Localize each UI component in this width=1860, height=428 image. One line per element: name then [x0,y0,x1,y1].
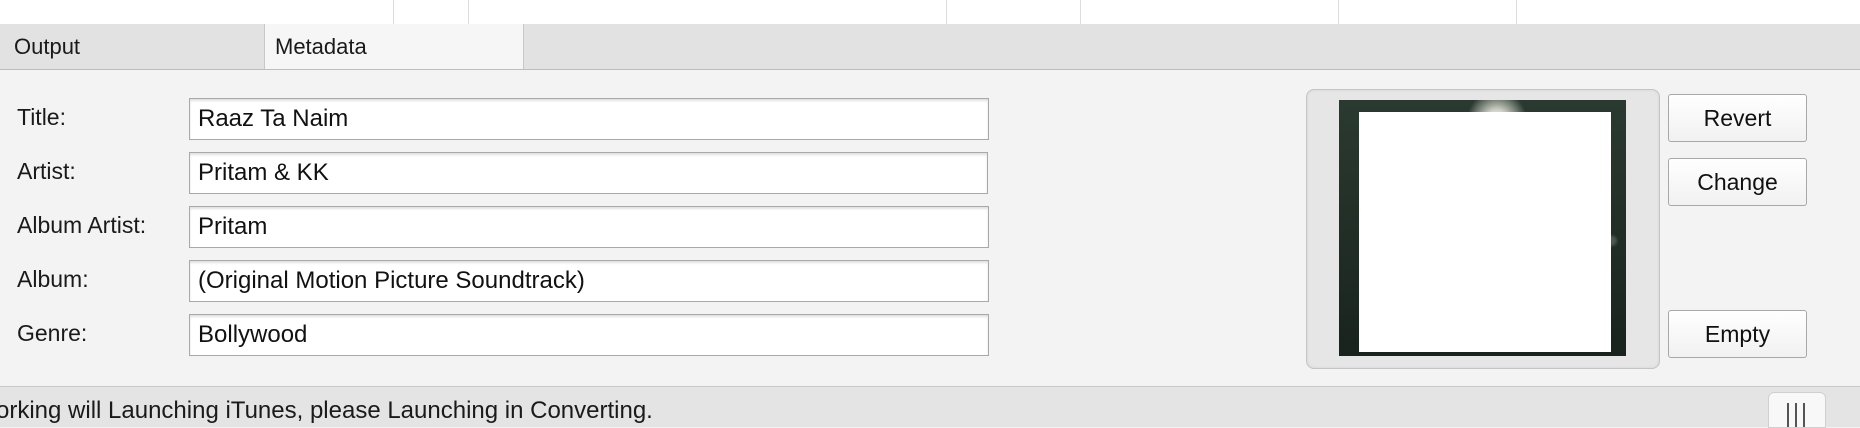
column-divider[interactable] [1338,0,1339,24]
status-bar: orking will Launching iTunes, please Lau… [0,386,1860,427]
album-field[interactable] [189,260,989,302]
artist-label: Artist: [17,158,76,184]
change-button[interactable]: Change [1668,158,1807,206]
genre-field[interactable] [189,314,989,356]
tab-metadata[interactable]: Metadata [264,24,524,69]
revert-button[interactable]: Revert [1668,94,1807,142]
artist-field[interactable] [189,152,988,194]
title-field[interactable] [189,98,989,140]
table-header-strip [0,0,1860,25]
column-divider[interactable] [393,0,394,24]
resize-grip-icon[interactable] [1768,392,1826,428]
column-divider[interactable] [946,0,947,24]
album-label: Album: [17,266,89,292]
column-divider[interactable] [1080,0,1081,24]
column-divider[interactable] [468,0,469,24]
title-label: Title: [17,104,66,130]
album-artwork-icon [1339,100,1626,356]
album-artist-field[interactable] [189,206,989,248]
column-divider[interactable] [1516,0,1517,24]
tab-bar: Output Metadata [0,24,1860,70]
album-artist-label: Album Artist: [17,212,147,238]
empty-button[interactable]: Empty [1668,310,1807,358]
genre-label: Genre: [17,320,88,346]
tab-output[interactable]: Output [0,24,264,69]
status-message: orking will Launching iTunes, please Lau… [0,397,653,424]
